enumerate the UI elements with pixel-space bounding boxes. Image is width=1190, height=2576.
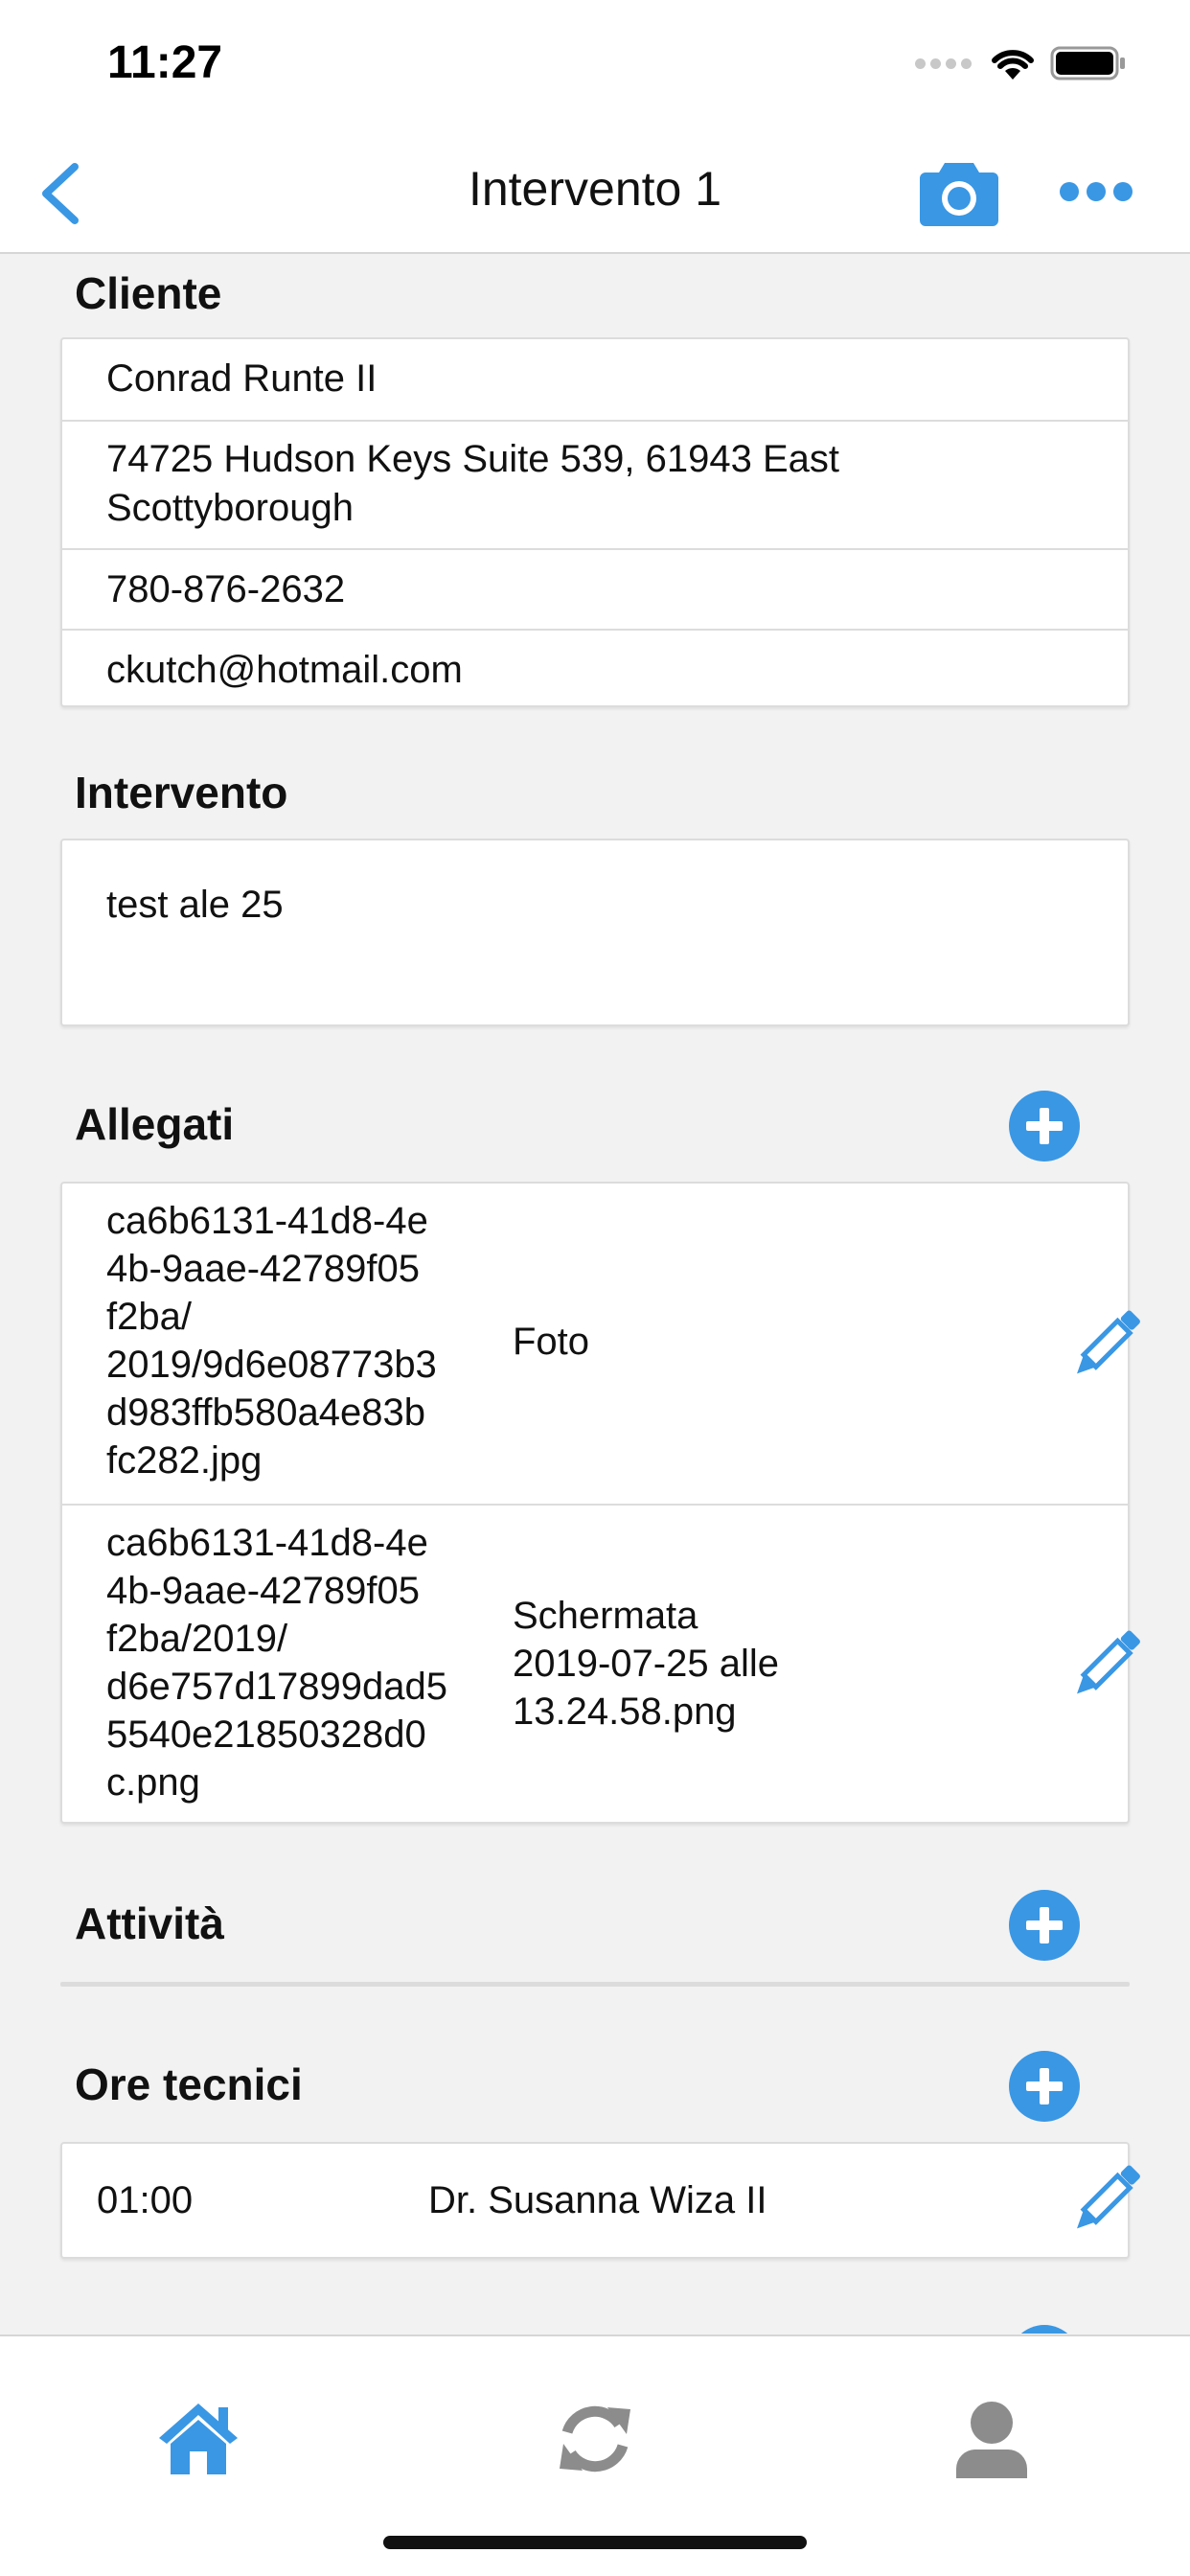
pencil-edit-icon[interactable] [1064, 1304, 1145, 1385]
add-hours-icon[interactable] [1008, 2050, 1081, 2123]
section-title-allegati: Allegati [75, 1099, 235, 1149]
status-bar: 11:27 [0, 0, 1190, 134]
technician-hours-row[interactable]: 01:00 Dr. Susanna Wiza II [62, 2144, 1140, 2257]
client-address-row[interactable]: 74725 Hudson Keys Suite 539, 61943 East … [62, 420, 1128, 548]
camera-icon[interactable] [918, 155, 1000, 228]
attachment-name: Schermata 2019-07-25 alle 13.24.58.png [513, 1595, 779, 1733]
client-name-row[interactable]: Conrad Runte II [62, 339, 1128, 420]
status-icons [915, 44, 1127, 82]
add-activity-icon[interactable] [1008, 1889, 1081, 1962]
pencil-edit-icon[interactable] [1064, 1624, 1145, 1705]
wifi-icon [992, 50, 1034, 80]
section-title-attivita: Attività [75, 1898, 224, 1948]
user-icon[interactable] [949, 2396, 1035, 2482]
client-address-line1: 74725 Hudson Keys Suite 539, 61943 East [106, 438, 839, 480]
add-next-section-icon[interactable] [1008, 2324, 1081, 2334]
section-title-ore-tecnici: Ore tecnici [75, 2059, 303, 2109]
battery-icon [1050, 46, 1125, 80]
status-time: 11:27 [107, 37, 223, 88]
attachment-path: ca6b6131-41d8-4e 4b-9aae-42789f05 f2ba/ … [106, 1200, 437, 1482]
attachment-path: ca6b6131-41d8-4e 4b-9aae-42789f05 f2ba/2… [106, 1522, 447, 1804]
sync-icon[interactable] [552, 2396, 638, 2482]
intervento-description: test ale 25 [106, 884, 284, 926]
client-email-row[interactable]: ckutch@hotmail.com [62, 629, 1128, 709]
attachment-row[interactable]: ca6b6131-41d8-4e 4b-9aae-42789f05 f2ba/ … [62, 1184, 1140, 1504]
technician-name: Dr. Susanna Wiza II [428, 2179, 767, 2221]
technician-hours-card: 01:00 Dr. Susanna Wiza II [60, 2142, 1140, 2259]
content-scroll[interactable]: Cliente Conrad Runte II 74725 Hudson Key… [0, 256, 1190, 2334]
attachments-card: ca6b6131-41d8-4e 4b-9aae-42789f05 f2ba/ … [60, 1182, 1140, 1826]
page-title: Intervento 1 [468, 162, 722, 216]
attachment-name: Foto [513, 1321, 590, 1363]
client-name: Conrad Runte II [106, 357, 378, 400]
hours-value: 01:00 [97, 2179, 194, 2221]
section-title-intervento: Intervento [75, 768, 288, 817]
client-address-line2: Scottyborough [106, 487, 354, 529]
client-email: ckutch@hotmail.com [106, 649, 463, 691]
app-screen: 11:27 Intervento 1 Cliente Conrad Runte … [0, 0, 1190, 2576]
home-icon[interactable] [155, 2396, 241, 2482]
add-attachment-icon[interactable] [1008, 1090, 1081, 1162]
client-phone: 780-876-2632 [106, 568, 346, 610]
section-title-cliente: Cliente [75, 268, 222, 318]
client-card: Conrad Runte II 74725 Hudson Keys Suite … [60, 337, 1130, 707]
cellular-signal-icon [915, 58, 972, 69]
attachment-row[interactable]: ca6b6131-41d8-4e 4b-9aae-42789f05 f2ba/2… [62, 1504, 1140, 1826]
more-options-icon[interactable] [1058, 172, 1134, 211]
pencil-edit-icon[interactable] [1064, 2159, 1145, 2240]
client-phone-row[interactable]: 780-876-2632 [62, 548, 1128, 629]
activities-empty-divider [60, 1982, 1130, 1987]
navigation-bar: Intervento 1 [0, 134, 1190, 254]
home-indicator[interactable] [383, 2536, 807, 2549]
intervento-description-card[interactable]: test ale 25 [60, 839, 1130, 1026]
